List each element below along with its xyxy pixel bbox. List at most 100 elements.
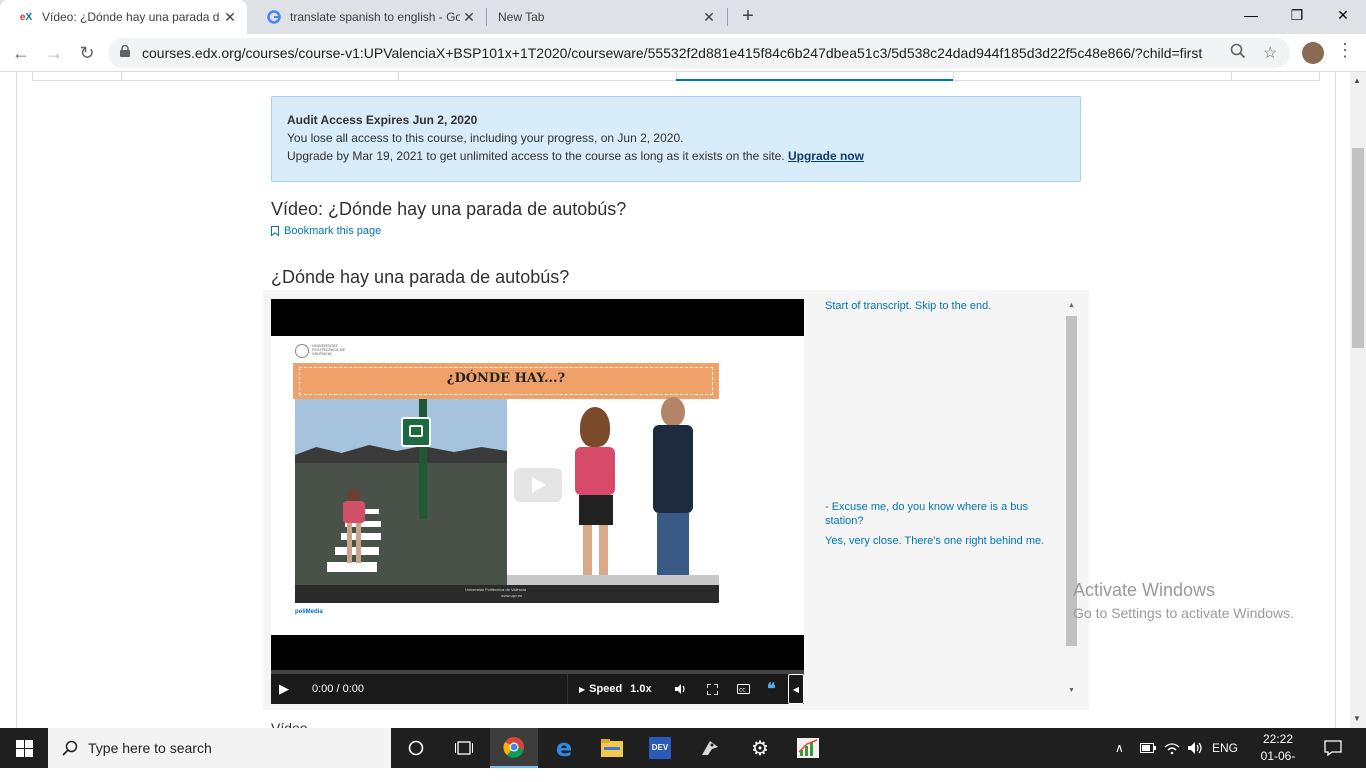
reload-icon[interactable]: ↻ — [75, 41, 99, 65]
banner-line2-text: Upgrade by Mar 19, 2021 to get unlimited… — [287, 149, 785, 163]
windows-logo-icon — [15, 739, 33, 757]
new-tab-button[interactable]: + — [738, 4, 758, 28]
tray-chevron-icon[interactable]: ∧ — [1115, 728, 1124, 768]
star-icon[interactable]: ☆ — [1263, 43, 1277, 63]
banner-title: Audit Access Expires Jun 2, 2020 — [287, 113, 478, 127]
google-favicon-icon — [266, 9, 282, 25]
caret-right-icon: ▶ — [579, 684, 586, 694]
activate-windows-watermark: Activate Windows Go to Settings to activ… — [1073, 580, 1294, 621]
language-indicator[interactable]: ENG — [1212, 728, 1238, 768]
transcript-panel: Start of transcript. Skip to the end. - … — [825, 299, 1065, 699]
cortana-icon[interactable] — [392, 728, 440, 768]
lock-icon — [120, 45, 130, 57]
banner-line2: Upgrade by Mar 19, 2021 to get unlimited… — [287, 147, 1065, 165]
page-scroll-thumb[interactable] — [1352, 148, 1364, 348]
play-overlay-button[interactable] — [514, 468, 562, 502]
active-tab-indicator — [676, 79, 953, 81]
video-heading: ¿Dónde hay una parada de autobús? — [271, 267, 570, 287]
speed-control[interactable]: ▶ Speed 1.0x — [579, 674, 652, 704]
start-button[interactable] — [0, 728, 48, 768]
transcript-scrollbar[interactable]: ▲ ▼ — [1065, 299, 1078, 703]
bookmark-button[interactable]: Bookmark this page — [271, 225, 381, 237]
page-content: Audit Access Expires Jun 2, 2020 You los… — [0, 72, 1350, 728]
watermark-subtitle: Go to Settings to activate Windows. — [1073, 605, 1294, 621]
speaker-icon[interactable] — [1188, 728, 1204, 768]
dev-cpp-icon[interactable]: DEV — [636, 728, 684, 768]
address-bar[interactable]: courses.edx.org/courses/course-v1:UPVale… — [108, 38, 1290, 68]
file-explorer-icon[interactable] — [588, 728, 636, 768]
tab-divider — [486, 8, 487, 26]
seq-divider — [1231, 72, 1232, 81]
menu-dots-icon[interactable]: ⋮ — [1336, 40, 1354, 61]
volume-icon[interactable] — [675, 674, 687, 704]
windows-taskbar: Type here to search e DEV ⚙ ∧ ENG 22:22 … — [0, 728, 1366, 780]
minimize-button[interactable]: — — [1228, 0, 1274, 30]
frame-footer: Universitat Politècnica de València www.… — [295, 585, 719, 603]
video-controls: ▶ 0:00 / 0:00 ▶ Speed 1.0x cc ❝ ◀ — [271, 670, 804, 704]
bus-sign-icon — [401, 417, 431, 447]
taskbar-search[interactable]: Type here to search — [48, 728, 391, 768]
scroll-down-icon[interactable]: ▼ — [1353, 714, 1361, 723]
wifi-icon[interactable] — [1164, 728, 1180, 768]
transcript-line[interactable]: - Excuse me, do you know where is a bus … — [825, 500, 1035, 528]
forward-arrow-icon[interactable]: → — [42, 41, 66, 65]
seq-divider — [953, 72, 954, 81]
tab-newtab[interactable]: New Tab ✕ — [488, 0, 726, 34]
url-text: courses.edx.org/courses/course-v1:UPVale… — [142, 45, 1203, 61]
scroll-up-icon[interactable]: ▲ — [1353, 76, 1361, 85]
captions-icon[interactable]: cc — [737, 674, 750, 704]
fullscreen-icon[interactable] — [707, 674, 718, 704]
play-overlay-icon — [532, 477, 546, 493]
bookmark-label: Bookmark this page — [284, 225, 382, 237]
upgrade-link[interactable]: Upgrade now — [788, 149, 864, 163]
seq-divider — [121, 72, 122, 81]
zoom-icon[interactable] — [1230, 43, 1246, 64]
browser-tabstrip: eX Vídeo: ¿Dónde hay una parada d ✕ tran… — [0, 0, 1366, 34]
tab-close-icon[interactable]: ✕ — [221, 9, 239, 26]
settings-gear-icon[interactable]: ⚙ — [736, 728, 784, 768]
maximize-button[interactable]: ❐ — [1274, 0, 1320, 30]
unit-title: Vídeo: ¿Dónde hay una parada de autobús? — [271, 199, 627, 219]
tab-google[interactable]: translate spanish to english - Goo ✕ — [248, 0, 486, 34]
transcript-toggle-icon[interactable]: ❝ — [767, 674, 776, 704]
taskbar-clock[interactable]: 22:22 01-06-2020 — [1250, 731, 1306, 782]
scroll-down-icon[interactable]: ▼ — [1068, 687, 1075, 694]
battery-icon[interactable] — [1140, 728, 1156, 768]
back-arrow-icon[interactable]: ← — [9, 41, 33, 65]
clock-time: 22:22 — [1262, 732, 1294, 746]
close-window-button[interactable]: ✕ — [1320, 0, 1366, 30]
tab-title: translate spanish to english - Goo — [290, 10, 460, 24]
collapse-arrow-icon[interactable]: ◀ — [788, 674, 804, 704]
transcript-line[interactable]: Yes, very close. There's one right behin… — [825, 534, 1055, 548]
below-video-label: Vídeo — [271, 720, 308, 728]
edge-taskbar-icon[interactable]: e — [540, 728, 588, 768]
video-player[interactable]: UNIVERSITAT POLITÈCNICA DE VALÈNCIA ¿DÓN… — [271, 299, 804, 703]
audit-banner: Audit Access Expires Jun 2, 2020 You los… — [271, 96, 1081, 182]
video-time: 0:00 / 0:00 — [312, 683, 364, 695]
control-divider — [567, 674, 568, 704]
notifications-icon[interactable] — [1324, 728, 1342, 768]
scroll-up-icon[interactable]: ▲ — [1068, 302, 1075, 309]
tab-close-icon[interactable]: ✕ — [460, 9, 478, 26]
page-scrollbar[interactable]: ▲ ▼ — [1350, 72, 1366, 728]
svg-text:cc: cc — [739, 687, 746, 694]
seq-divider — [398, 72, 399, 81]
frame-footer-text: Universitat Politècnica de València — [465, 587, 527, 592]
profile-avatar[interactable] — [1302, 42, 1324, 64]
play-icon[interactable]: ▶ — [279, 674, 289, 704]
task-view-icon[interactable] — [440, 728, 488, 768]
bookmark-icon — [271, 226, 279, 236]
speed-label: Speed — [589, 683, 623, 695]
watermark-title: Activate Windows — [1073, 580, 1216, 600]
browser-toolbar: ← → ↻ courses.edx.org/courses/course-v1:… — [0, 34, 1366, 72]
tab-title: New Tab — [498, 10, 545, 24]
charts-app-icon[interactable] — [784, 728, 832, 768]
transcript-skip-link[interactable]: Start of transcript. Skip to the end. — [825, 299, 991, 313]
university-text: UNIVERSITAT POLITÈCNICA DE VALÈNCIA — [312, 343, 346, 356]
clock-date: 01-06-2020 — [1260, 749, 1296, 780]
tab-edx[interactable]: eX Vídeo: ¿Dónde hay una parada d ✕ — [0, 0, 247, 34]
app-bird-icon[interactable] — [686, 728, 734, 768]
tab-close-icon[interactable]: ✕ — [700, 9, 718, 26]
university-seal-icon — [295, 344, 309, 358]
chrome-taskbar-icon[interactable] — [490, 728, 538, 768]
